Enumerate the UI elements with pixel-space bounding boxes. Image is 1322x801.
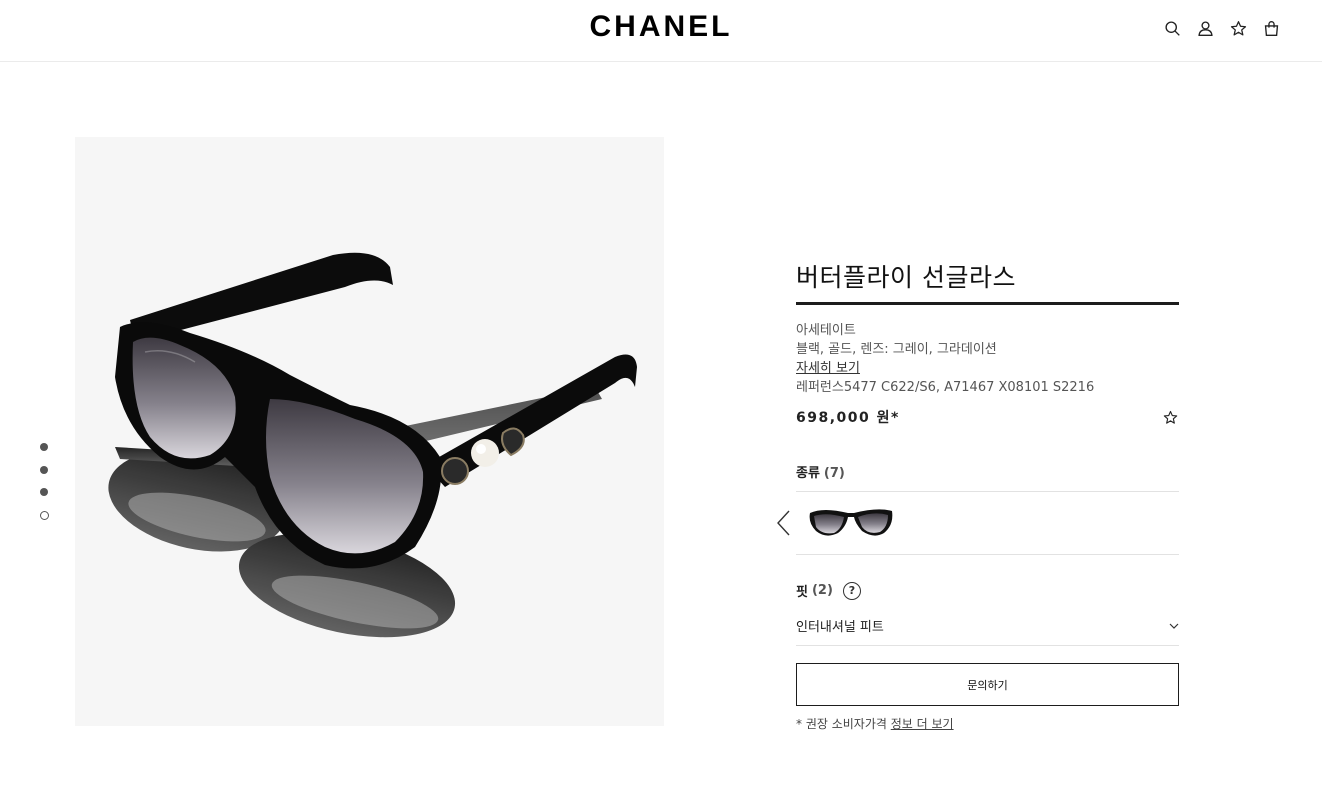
more-info-link[interactable]: 정보 더 보기 (891, 717, 954, 731)
chanel-logo[interactable]: CHANEL (0, 10, 1322, 44)
variants-carousel (777, 492, 1179, 555)
gallery-pagination (40, 443, 49, 520)
gallery-dot-2[interactable] (40, 465, 48, 474)
variant-swatch-black-gray[interactable] (808, 505, 894, 539)
fit-selected-value: 인터내셔널 피트 (796, 620, 884, 635)
shopping-bag-icon[interactable] (1261, 18, 1282, 39)
wishlist-star-icon[interactable] (1161, 408, 1179, 426)
variants-header: 종류 (7) (796, 462, 1179, 492)
product-material: 아세테이트 (796, 323, 856, 338)
price-row: 698,000 원* (796, 407, 1179, 427)
fit-count: (2) (811, 583, 833, 598)
inquire-button[interactable]: 문의하기 (796, 663, 1179, 706)
fit-label: 핏 (796, 585, 808, 600)
chevron-left-icon[interactable] (774, 508, 794, 538)
product-colors: 블랙, 골드, 렌즈: 그레이, 그라데이션 (796, 342, 997, 357)
search-icon[interactable] (1162, 18, 1183, 39)
details-link[interactable]: 자세히 보기 (796, 359, 860, 378)
account-icon[interactable] (1195, 18, 1216, 39)
header-icons (1162, 18, 1282, 39)
gallery-dot-1[interactable] (40, 443, 48, 451)
fit-select[interactable]: 인터내셔널 피트 (796, 612, 1179, 646)
gallery-dot-3[interactable] (40, 488, 48, 496)
product-reference: 레퍼런스5477 C622/S6, A71467 X08101 S2216 (796, 380, 1095, 395)
chevron-down-icon (1169, 623, 1179, 629)
product-title: 버터플라이 선글라스 (796, 258, 1179, 305)
wishlist-star-icon[interactable] (1228, 18, 1249, 39)
variants-count: (7) (823, 466, 845, 481)
help-icon[interactable]: ? (842, 581, 861, 600)
footnote-text: * 권장 소비자가격 (796, 717, 891, 731)
site-header: CHANEL (0, 0, 1322, 62)
gallery-dot-4-active[interactable] (40, 510, 49, 520)
variants-label: 종류 (796, 466, 820, 481)
product-info: 버터플라이 선글라스 아세테이트 블랙, 골드, 렌즈: 그레이, 그라데이션 … (777, 258, 1179, 732)
fit-header: 핏 (2) ? (796, 581, 1179, 600)
product-image[interactable] (75, 137, 664, 726)
price-footnote: * 권장 소비자가격 정보 더 보기 (796, 715, 1179, 732)
sunglasses-image (108, 252, 637, 638)
product-price: 698,000 원* (796, 410, 900, 426)
product-description: 아세테이트 블랙, 골드, 렌즈: 그레이, 그라데이션 자세히 보기 레퍼런스… (796, 321, 1179, 397)
